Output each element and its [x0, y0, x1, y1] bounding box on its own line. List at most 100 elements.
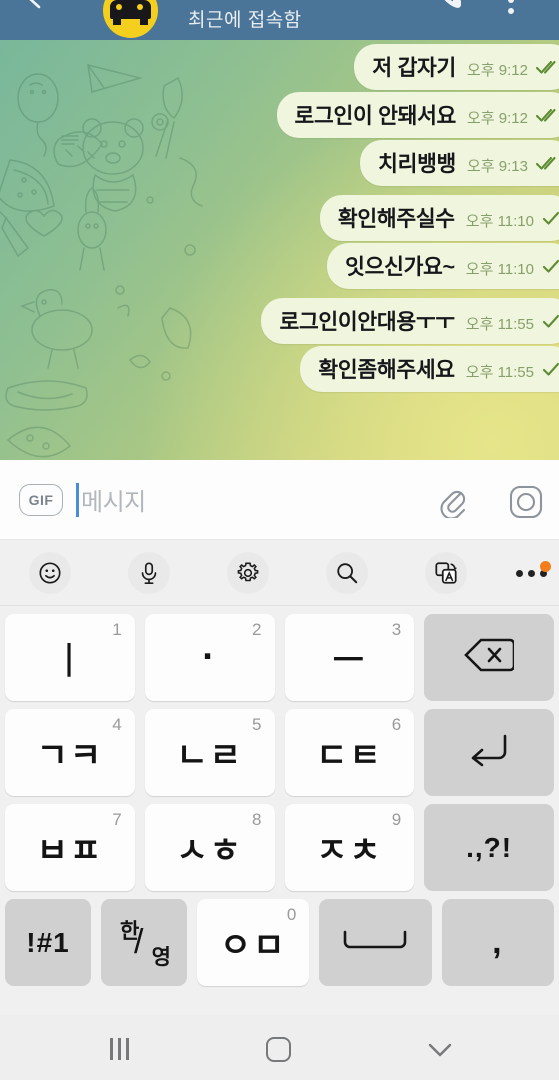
message-text: 로그인이안대용ㅜㅜ [279, 310, 455, 334]
key-label: ㅇㅁ [219, 927, 287, 965]
emoji-smiley-icon[interactable] [29, 552, 71, 594]
read-receipt-icon [535, 155, 559, 171]
video-call-icon[interactable] [374, 0, 408, 4]
home-icon[interactable] [266, 1037, 291, 1062]
space-icon [340, 929, 410, 956]
translate-icon[interactable] [425, 552, 467, 594]
message-group: 로그인이안대용ㅜㅜ 오후 11:55 확인좀해주세요 오후 11:55 [0, 298, 559, 392]
message-input-bar: GIF 메시지 [0, 460, 559, 540]
key-ㅣ[interactable]: ㅣ1 [5, 614, 135, 701]
keyboard-toolbar [0, 540, 559, 606]
message-row: 확인해주실수 오후 11:10 [0, 195, 559, 241]
message-text: 확인해주실수 [337, 207, 455, 231]
language-toggle-key[interactable]: 한 / 영 [101, 899, 187, 986]
read-receipt-icon [535, 107, 559, 123]
page-title: 최근에 접속함 [188, 10, 302, 31]
korean-keyboard: ㅣ 1 · 2 ㅡ 3 ㄱㅋ 4 ㄴㄹ 5 ㄷㅌ 6 ㅂㅍ 7 ㅅㅎ 8 ㅈㅊ 9.,?! !#1 한 / 영 ㅇㅁ 0, [0, 540, 559, 1015]
message-timestamp: 오후 9:13 [467, 158, 528, 175]
microphone-icon[interactable] [128, 552, 170, 594]
message-group: 확인해주실수 오후 11:10 잇으신가요~ 오후 11:10 [0, 195, 559, 289]
chat-message-area[interactable]: 저 갑자기 오후 9:12 로그인이 안돼서요 오후 9:12 치리뱅뱅 오후 9:13 확… [0, 40, 559, 460]
key-number-label: 4 [112, 715, 122, 734]
overflow-menu-icon[interactable] [508, 0, 514, 16]
backspace-icon [464, 637, 516, 678]
read-receipt-icon [541, 361, 559, 377]
keyboard-row: !#1 한 / 영 ㅇㅁ 0, [0, 895, 559, 990]
enter-key[interactable] [424, 709, 554, 796]
more-options-icon[interactable] [510, 552, 552, 594]
message-group: 저 갑자기 오후 9:12 로그인이 안돼서요 오후 9:12 치리뱅뱅 오후 9:13 [0, 44, 559, 186]
message-timestamp: 오후 11:10 [465, 261, 534, 278]
key-ㅈㅊ[interactable]: ㅈㅊ 9 [284, 804, 415, 891]
key-number-label: 5 [252, 715, 262, 734]
key-ㅅㅎ[interactable]: ㅅㅎ 8 [144, 804, 275, 891]
message-bubble[interactable]: 확인해주실수 오후 11:10 [319, 195, 559, 241]
car-avatar-icon[interactable] [103, 0, 158, 38]
punctuation-key[interactable]: .,?! [424, 804, 554, 891]
message-row: 확인좀해주세요 오후 11:55 [0, 346, 559, 392]
text-cursor [76, 483, 79, 517]
message-bubble[interactable]: 로그인이 안돼서요 오후 9:12 [276, 92, 559, 138]
message-text: 로그인이 안돼서요 [294, 104, 457, 128]
key-number-label: 1 [112, 620, 122, 639]
key-number-label: 6 [391, 715, 402, 734]
recents-icon[interactable] [110, 1038, 129, 1060]
key-ㄷㅌ[interactable]: ㄷㅌ 6 [284, 709, 415, 796]
gear-settings-icon[interactable] [227, 552, 269, 594]
back-arrow-icon[interactable] [22, 0, 48, 10]
comma-key[interactable]: , [441, 899, 554, 986]
keyboard-row: ㅣ 1 · 2 ㅡ 3 [0, 610, 559, 705]
space-key[interactable] [319, 899, 432, 986]
key-label: ㄴㄹ [176, 737, 243, 775]
message-bubble[interactable]: 로그인이안대용ㅜㅜ 오후 11:55 [261, 298, 559, 344]
read-receipt-icon [541, 313, 559, 329]
phone-call-icon[interactable] [435, 0, 465, 12]
keyboard-row: ㄱㅋ 4 ㄴㄹ 5 ㄷㅌ 6 [0, 705, 559, 800]
message-input-placeholder[interactable]: 메시지 [81, 482, 146, 517]
message-bubble[interactable]: 확인좀해주세요 오후 11:55 [300, 346, 559, 392]
message-timestamp: 오후 9:12 [467, 62, 528, 79]
message-list: 저 갑자기 오후 9:12 로그인이 안돼서요 오후 9:12 치리뱅뱅 오후 9:13 확… [0, 44, 559, 401]
key-label: .,?! [466, 831, 513, 863]
message-bubble[interactable]: 저 갑자기 오후 9:12 [354, 44, 559, 90]
key-label: ㅅㅎ [176, 832, 243, 870]
notification-badge [539, 560, 551, 572]
key-ㄴㄹ[interactable]: ㄴㄹ 5 [144, 709, 275, 796]
key-label: !#1 [26, 926, 70, 958]
key-ㄱㅋ[interactable]: ㄱㅋ 4 [5, 709, 135, 796]
search-icon[interactable] [326, 552, 368, 594]
phone-screen: 최근에 접속함 저 갑자기 오후 9:12 로그인이 안돼서요 오후 9:12 … [0, 0, 559, 1080]
key-number-label: 7 [112, 810, 122, 829]
paperclip-icon[interactable] [437, 484, 471, 520]
key-number-label: 0 [286, 905, 297, 924]
message-text: 확인좀해주세요 [318, 358, 455, 382]
message-row: 치리뱅뱅 오후 9:13 [0, 140, 559, 186]
message-row: 저 갑자기 오후 9:12 [0, 44, 559, 90]
key-label: , [492, 923, 504, 961]
message-bubble[interactable]: 치리뱅뱅 오후 9:13 [360, 140, 559, 186]
key-number-label: 3 [391, 620, 402, 639]
symbols-key[interactable]: !#1 [5, 899, 91, 986]
message-timestamp: 오후 11:55 [465, 364, 534, 381]
read-receipt-icon [541, 258, 559, 274]
message-bubble[interactable]: 잇으신가요~ 오후 11:10 [327, 243, 559, 289]
key-label: ㅣ [51, 641, 89, 683]
key-·[interactable]: · 2 [144, 614, 275, 701]
backspace-key[interactable] [424, 614, 554, 701]
gif-button[interactable]: GIF [19, 484, 63, 516]
key-ㅡ[interactable]: ㅡ3 [284, 614, 415, 701]
chevron-down-icon[interactable] [425, 1039, 455, 1061]
read-receipt-icon [541, 210, 559, 226]
key-label: ㅈㅊ [316, 832, 383, 870]
key-ㅇㅁ[interactable]: ㅇㅁ 0 [197, 899, 310, 986]
message-timestamp: 오후 9:12 [467, 110, 528, 127]
camera-icon[interactable] [508, 484, 544, 520]
key-ㅂㅍ[interactable]: ㅂㅍ 7 [5, 804, 135, 891]
message-row: 로그인이 안돼서요 오후 9:12 [0, 92, 559, 138]
message-row: 잇으신가요~ 오후 11:10 [0, 243, 559, 289]
key-label: ㄱㅋ [36, 737, 104, 775]
key-label: ㄷㅌ [316, 737, 383, 775]
message-timestamp: 오후 11:10 [465, 213, 534, 230]
key-label: ㅂㅍ [36, 832, 104, 870]
system-navigation-bar [0, 1015, 559, 1080]
